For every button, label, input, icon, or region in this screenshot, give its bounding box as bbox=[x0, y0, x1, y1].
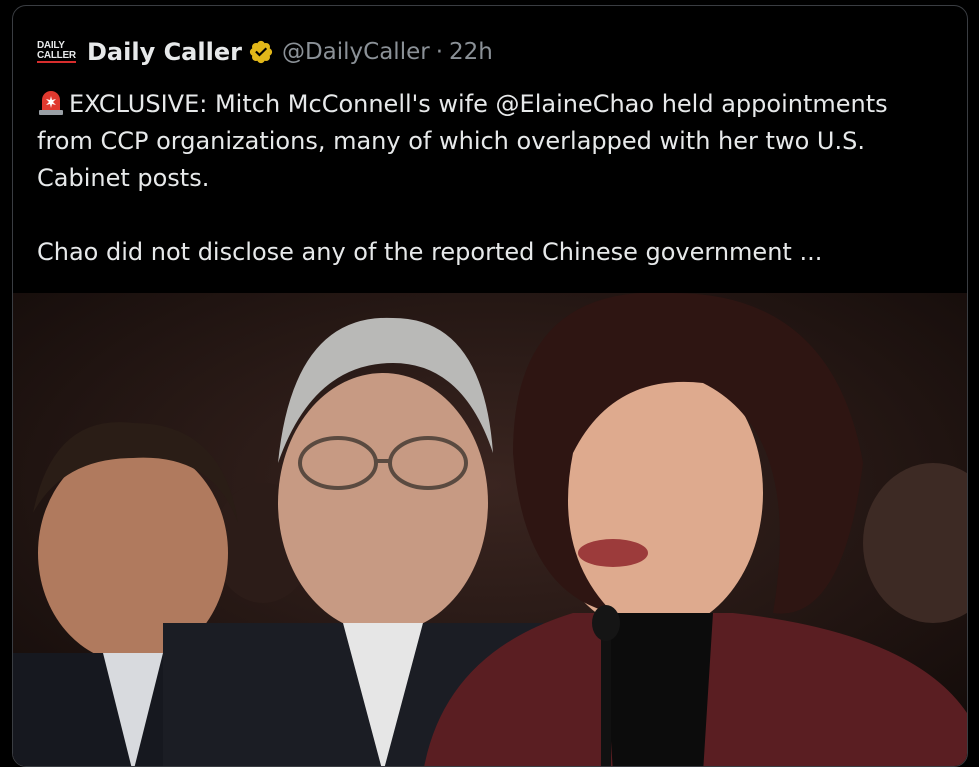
tweet-text: EXCLUSIVE: Mitch McConnell's wife @Elain… bbox=[37, 86, 947, 271]
tweet-paragraph-2: Chao did not disclose any of the reporte… bbox=[37, 238, 823, 266]
tweet-paragraph-1: EXCLUSIVE: Mitch McConnell's wife @Elain… bbox=[37, 86, 947, 197]
tweet-card[interactable]: DAILY CALLER Daily Caller @DailyCaller ·… bbox=[12, 5, 968, 767]
daily-caller-logo[interactable]: DAILY CALLER bbox=[37, 37, 77, 67]
verified-badge-icon bbox=[249, 40, 273, 64]
tweet-timestamp[interactable]: 22h bbox=[449, 39, 493, 65]
tweet-photo[interactable] bbox=[13, 293, 967, 766]
hearing-photo-illustration bbox=[13, 293, 967, 766]
logo-line-2: CALLER bbox=[37, 50, 76, 63]
account-name[interactable]: Daily Caller bbox=[87, 38, 242, 66]
separator-dot: · bbox=[435, 39, 444, 65]
siren-emoji-icon bbox=[39, 91, 63, 115]
tweet-header: DAILY CALLER Daily Caller @DailyCaller ·… bbox=[37, 34, 493, 70]
tweet-text-line-1: EXCLUSIVE: Mitch McConnell's wife @Elain… bbox=[37, 90, 888, 192]
account-handle[interactable]: @DailyCaller bbox=[282, 39, 430, 65]
